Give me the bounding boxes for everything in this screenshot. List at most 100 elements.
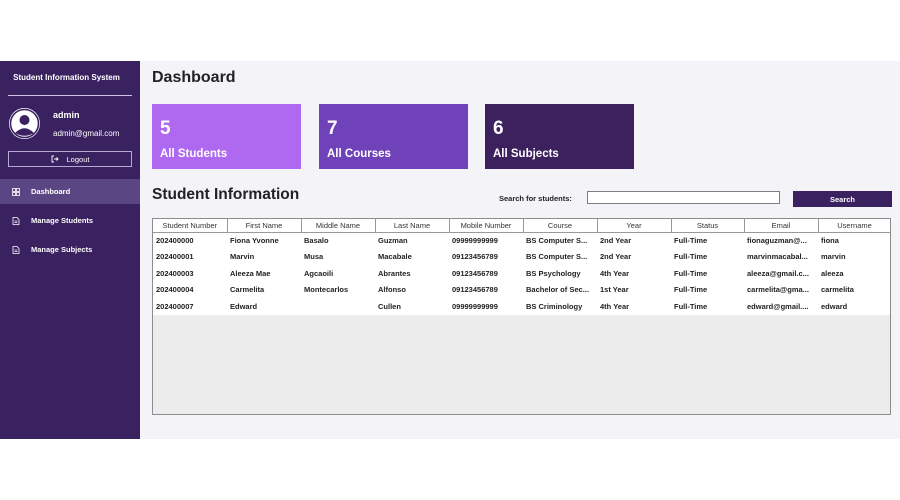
main-content: Dashboard 5 All Students 7 All Courses 6…	[140, 61, 900, 439]
card-all-students: 5 All Students	[152, 104, 301, 169]
table-row[interactable]: 202400007 Edward Cullen 09999999999 BS C…	[153, 298, 890, 315]
table-cell: 2nd Year	[597, 232, 671, 249]
table-cell: 202400001	[153, 248, 227, 265]
search-input[interactable]	[587, 191, 780, 204]
table-cell: 4th Year	[597, 298, 671, 315]
table-cell: 2nd Year	[597, 248, 671, 265]
table-cell: Agcaoili	[301, 265, 375, 282]
table-cell: Marvin	[227, 248, 301, 265]
sidebar-item-manage-students[interactable]: Manage Students	[0, 208, 140, 233]
card-value: 5	[160, 118, 171, 139]
table-cell: Bachelor of Sec...	[523, 281, 597, 298]
column-header[interactable]: Mobile Number	[449, 219, 524, 233]
table-row[interactable]: 202400000 Fiona Yvonne Basalo Guzman 099…	[153, 232, 890, 249]
table-cell: Full-Time	[671, 298, 744, 315]
table-cell: Full-Time	[671, 232, 744, 249]
table-cell: Full-Time	[671, 265, 744, 282]
card-label: All Subjects	[493, 148, 559, 160]
table-cell: Full-Time	[671, 248, 744, 265]
table-cell: Fiona Yvonne	[227, 232, 301, 249]
table-cell: BS Computer S...	[523, 232, 597, 249]
table-cell: BS Computer S...	[523, 248, 597, 265]
page-title: Dashboard	[152, 69, 236, 86]
user-email: admin@gmail.com	[53, 129, 120, 138]
table-cell: edward@gmail....	[744, 298, 818, 315]
sidebar: Student Information System admin admin@g…	[0, 61, 140, 439]
column-header[interactable]: Middle Name	[301, 219, 376, 233]
table-cell: Alfonso	[375, 281, 449, 298]
dashboard-grid-icon	[12, 187, 20, 196]
table-row[interactable]: 202400003 Aleeza Mae Agcaoili Abrantes 0…	[153, 265, 890, 282]
table-cell: Cullen	[375, 298, 449, 315]
table-cell: 09123456789	[449, 248, 523, 265]
table-row[interactable]: 202400001 Marvin Musa Macabale 091234567…	[153, 248, 890, 265]
table-cell: marvin	[818, 248, 890, 265]
section-title: Student Information	[152, 186, 300, 203]
column-header[interactable]: Last Name	[375, 219, 450, 233]
table-cell: Macabale	[375, 248, 449, 265]
card-all-subjects: 6 All Subjects	[485, 104, 634, 169]
table-cell: aleeza@gmail.c...	[744, 265, 818, 282]
sidebar-item-dashboard[interactable]: Dashboard	[0, 179, 140, 204]
table-cell: carmelita@gma...	[744, 281, 818, 298]
table-cell: Montecarlos	[301, 281, 375, 298]
table-cell: marvinmacabal...	[744, 248, 818, 265]
logout-icon	[51, 155, 59, 163]
sidebar-item-manage-subjects[interactable]: Manage Subjects	[0, 237, 140, 262]
document-icon	[12, 245, 20, 254]
sidebar-item-label: Manage Subjects	[31, 245, 93, 254]
table-cell: edward	[818, 298, 890, 315]
card-all-courses: 7 All Courses	[319, 104, 468, 169]
table-cell: fiona	[818, 232, 890, 249]
avatar-icon	[9, 108, 40, 139]
students-table: Student Number First Name Middle Name La…	[152, 218, 891, 415]
column-header[interactable]: Email	[744, 219, 819, 233]
column-header[interactable]: Student Number	[153, 219, 228, 233]
logout-label: Logout	[66, 154, 90, 164]
table-cell: 202400004	[153, 281, 227, 298]
table-cell: 09999999999	[449, 298, 523, 315]
table-cell: carmelita	[818, 281, 890, 298]
sidebar-divider	[8, 95, 132, 96]
column-header[interactable]: First Name	[227, 219, 302, 233]
table-cell: BS Psychology	[523, 265, 597, 282]
table-cell: 4th Year	[597, 265, 671, 282]
table-cell: aleeza	[818, 265, 890, 282]
table-row[interactable]: 202400004 Carmelita Montecarlos Alfonso …	[153, 281, 890, 298]
table-cell: Aleeza Mae	[227, 265, 301, 282]
column-header[interactable]: Year	[597, 219, 672, 233]
table-cell: 1st Year	[597, 281, 671, 298]
search-label: Search for students:	[499, 194, 572, 203]
table-cell: Guzman	[375, 232, 449, 249]
table-cell: 09999999999	[449, 232, 523, 249]
sidebar-item-label: Manage Students	[31, 216, 94, 225]
card-value: 7	[327, 118, 338, 139]
column-header[interactable]: Course	[523, 219, 598, 233]
app-window: Student Information System admin admin@g…	[0, 61, 900, 439]
table-cell: 09123456789	[449, 265, 523, 282]
card-label: All Students	[160, 148, 228, 160]
column-header[interactable]: Status	[671, 219, 745, 233]
table-cell: Basalo	[301, 232, 375, 249]
user-name: admin	[53, 110, 80, 120]
column-header[interactable]: Username	[818, 219, 890, 233]
table-cell: Abrantes	[375, 265, 449, 282]
table-cell: 202400003	[153, 265, 227, 282]
table-cell	[301, 298, 375, 315]
table-cell: Full-Time	[671, 281, 744, 298]
card-label: All Courses	[327, 148, 391, 160]
search-button[interactable]: Search	[793, 191, 892, 207]
sidebar-item-label: Dashboard	[31, 187, 71, 196]
table-cell: 09123456789	[449, 281, 523, 298]
table-cell: Musa	[301, 248, 375, 265]
app-title: Student Information System	[13, 73, 120, 82]
logout-button[interactable]: Logout	[8, 151, 132, 167]
table-cell: 202400000	[153, 232, 227, 249]
table-header-row: Student Number First Name Middle Name La…	[153, 219, 890, 233]
document-icon	[12, 216, 20, 225]
table-cell: Edward	[227, 298, 301, 315]
card-value: 6	[493, 118, 504, 139]
table-cell: 202400007	[153, 298, 227, 315]
table-cell: BS Criminology	[523, 298, 597, 315]
table-cell: Carmelita	[227, 281, 301, 298]
